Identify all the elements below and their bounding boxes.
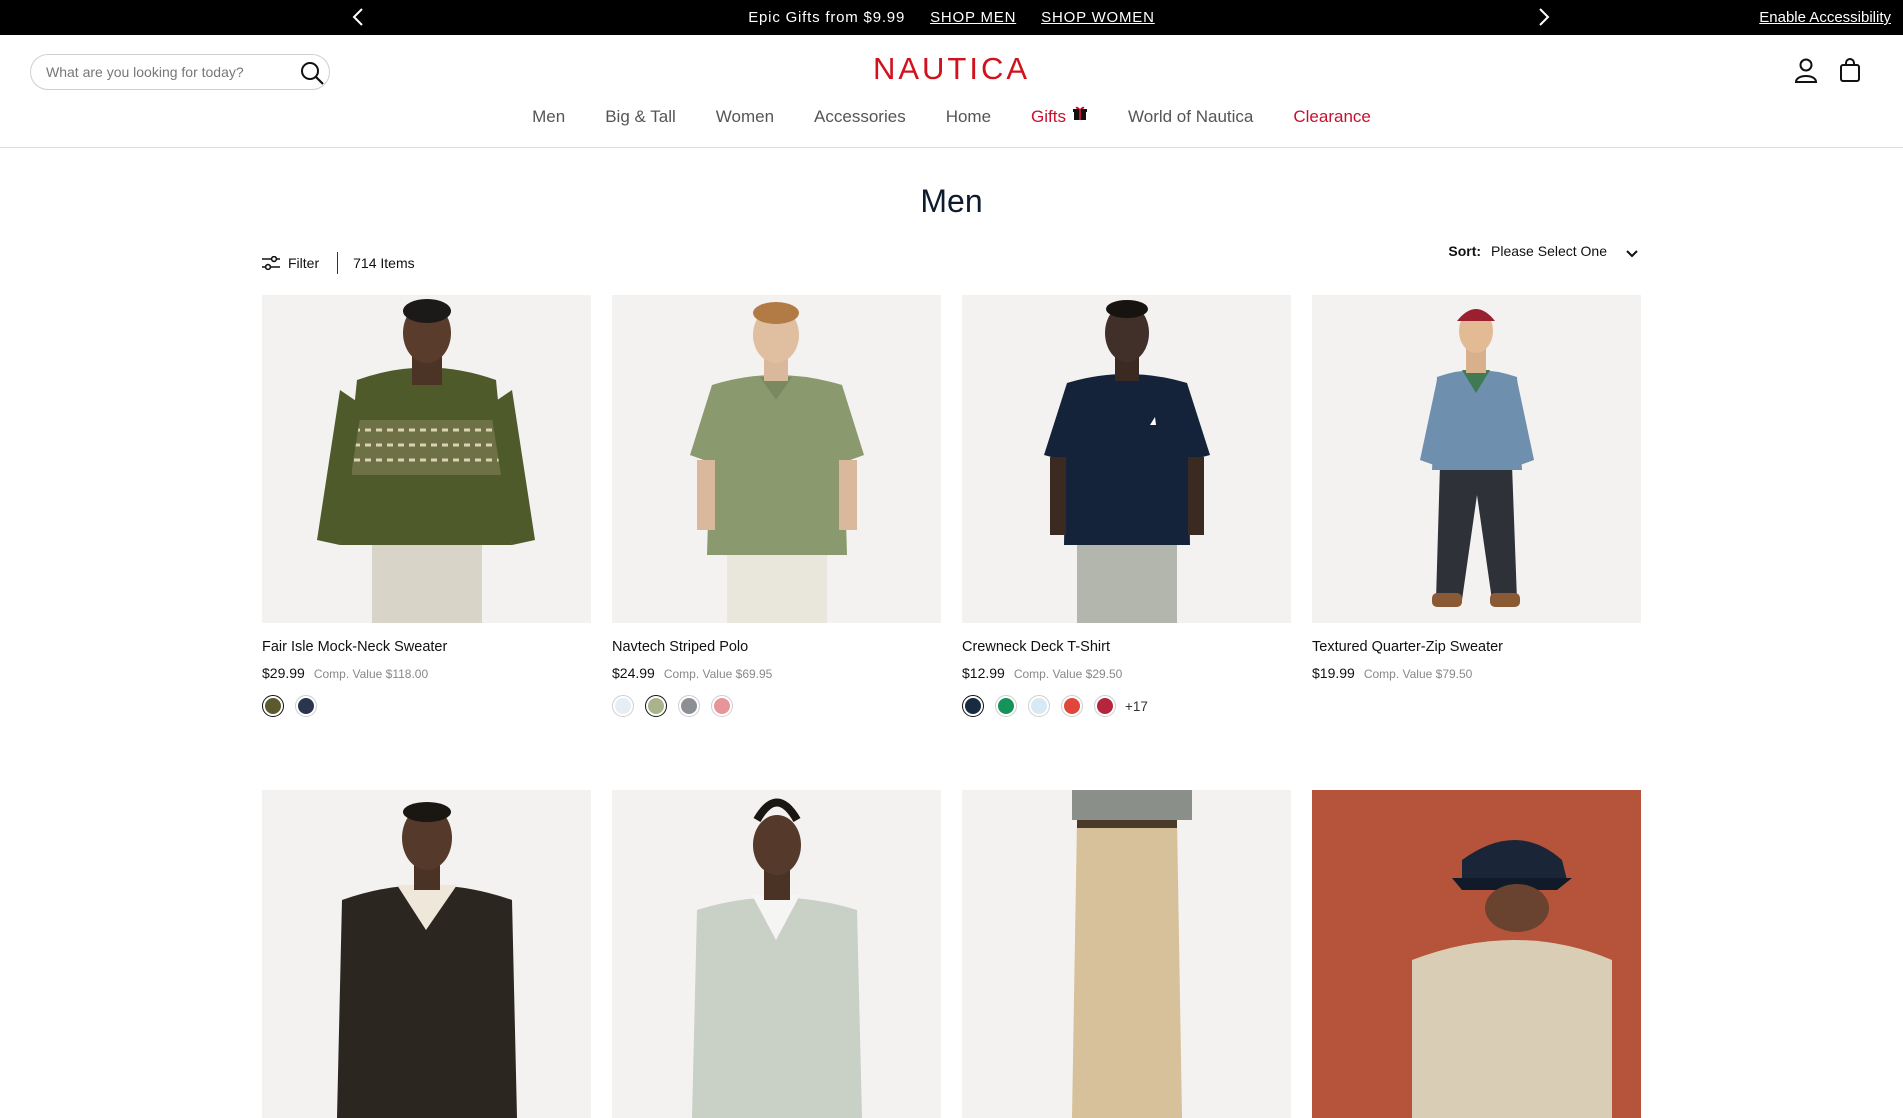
color-swatch[interactable] [1028,695,1050,717]
product-image[interactable] [1312,295,1641,623]
product-card[interactable]: Fair Isle Mock-Neck Sweater $29.99 Comp.… [262,295,591,717]
color-swatch[interactable] [1094,695,1116,717]
account-icon[interactable] [1793,57,1819,83]
color-swatches: +17 [962,695,1291,717]
promo-next-arrow-icon[interactable] [1534,7,1554,27]
more-colors-count[interactable]: +17 [1125,699,1148,714]
color-swatches [262,695,591,717]
product-image[interactable] [612,790,941,1118]
nav-gifts-label: Gifts [1031,107,1066,126]
item-count: 714 Items [353,255,415,271]
nav-women[interactable]: Women [696,107,794,127]
product-card[interactable] [962,790,1291,1118]
product-image[interactable] [262,790,591,1118]
sort-label: Sort: [1448,243,1482,259]
comp-value: Comp. Value $29.50 [1013,667,1123,681]
color-swatch[interactable] [1061,695,1083,717]
product-card[interactable]: Navtech Striped Polo $24.99 Comp. Value … [612,295,941,717]
product-image[interactable] [962,790,1291,1118]
gift-icon [1072,105,1088,121]
product-prices: $29.99 Comp. Value $118.00 [262,665,591,681]
nav-women-label: Women [715,107,775,126]
product-price: $19.99 [1312,665,1355,681]
shopping-bag-icon[interactable] [1837,57,1863,83]
nav-clearance-label: Clearance [1293,107,1371,126]
color-swatch[interactable] [678,695,700,717]
product-image[interactable] [962,295,1291,623]
page-title: Men [920,183,983,219]
color-swatch[interactable] [962,695,984,717]
product-card[interactable] [1312,790,1641,1118]
product-image[interactable] [262,295,591,623]
nav-big-tall-label: Big & Tall [605,107,676,126]
toolbar-divider [337,252,339,274]
nav-big-tall[interactable]: Big & Tall [585,107,696,127]
color-swatch[interactable] [262,695,284,717]
header-icons [1793,57,1863,83]
shop-women-link[interactable]: SHOP WOMEN [1041,9,1155,26]
color-swatch[interactable] [295,695,317,717]
nav-world-label: World of Nautica [1128,107,1254,126]
color-swatch[interactable] [995,695,1017,717]
shop-men-link[interactable]: SHOP MEN [930,9,1016,26]
promo-message-row: Epic Gifts from $9.99 SHOP MEN SHOP WOME… [0,9,1903,26]
product-name[interactable]: Crewneck Deck T-Shirt [962,639,1291,655]
promo-message: Epic Gifts from $9.99 [748,9,906,26]
nav-accessories-label: Accessories [814,107,906,126]
nav-home-label: Home [945,107,992,126]
nav-gifts[interactable]: Gifts [1011,105,1108,127]
nav-world-of-nautica[interactable]: World of Nautica [1108,107,1273,127]
product-name[interactable]: Textured Quarter-Zip Sweater [1312,639,1641,655]
product-prices: $12.99 Comp. Value $29.50 [962,665,1291,681]
product-prices: $19.99 Comp. Value $79.50 [1312,665,1641,681]
nav-men-label: Men [532,107,566,126]
promo-bar: Epic Gifts from $9.99 SHOP MEN SHOP WOME… [0,0,1903,35]
filter-button[interactable]: Filter [262,255,319,271]
product-card[interactable]: Textured Quarter-Zip Sweater $19.99 Comp… [1312,295,1641,681]
nav-accessories[interactable]: Accessories [794,107,926,127]
nav-men[interactable]: Men [512,107,585,127]
nav-clearance[interactable]: Clearance [1273,107,1391,127]
color-swatch[interactable] [612,695,634,717]
product-card[interactable] [612,790,941,1118]
product-price: $12.99 [962,665,1005,681]
product-card[interactable] [262,790,591,1118]
color-swatch[interactable] [711,695,733,717]
color-swatch[interactable] [645,695,667,717]
comp-value: Comp. Value $118.00 [313,667,429,681]
chevron-down-icon[interactable] [1625,246,1639,258]
sort-value[interactable]: Please Select One [1491,243,1607,259]
product-price: $24.99 [612,665,655,681]
comp-value: Comp. Value $69.95 [663,667,773,681]
product-image[interactable] [1312,790,1641,1118]
enable-accessibility-link[interactable]: Enable Accessibility [1759,9,1891,26]
site-header: NAUTICA Men Big & Tall Women Accessories… [0,35,1903,148]
filter-label: Filter [288,255,320,271]
product-image[interactable] [612,295,941,623]
product-prices: $24.99 Comp. Value $69.95 [612,665,941,681]
product-name[interactable]: Navtech Striped Polo [612,639,941,655]
product-name[interactable]: Fair Isle Mock-Neck Sweater [262,639,591,655]
main-nav: Men Big & Tall Women Accessories Home Gi… [0,105,1903,127]
product-price: $29.99 [262,665,305,681]
filter-sliders-icon [262,255,280,271]
results-toolbar: Filter 714 Items [262,252,415,274]
comp-value: Comp. Value $79.50 [1363,667,1473,681]
nautica-logo[interactable]: NAUTICA [0,51,1903,87]
sort-select[interactable]: Sort: Please Select One [1448,243,1639,259]
product-card[interactable]: Crewneck Deck T-Shirt $12.99 Comp. Value… [962,295,1291,717]
nav-home[interactable]: Home [926,107,1011,127]
color-swatches [612,695,941,717]
